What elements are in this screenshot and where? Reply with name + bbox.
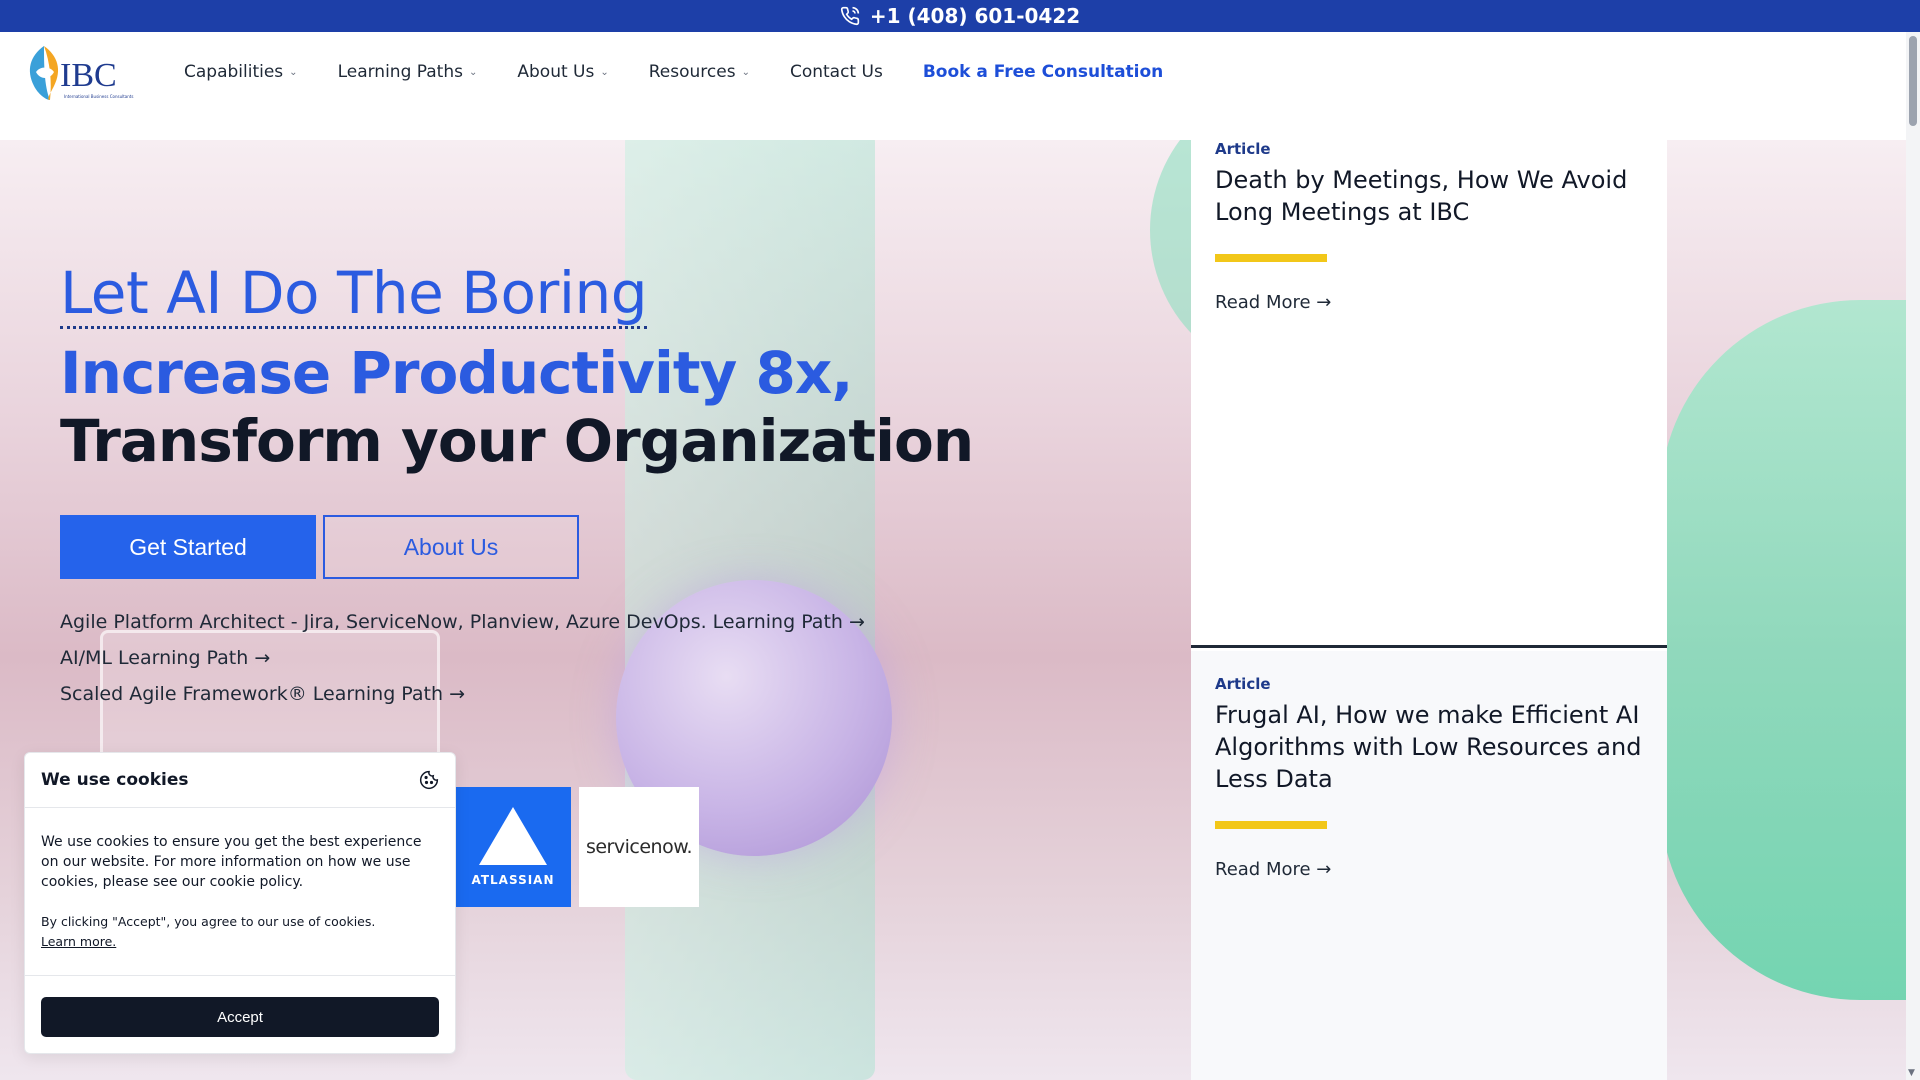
nav-item-contact-us[interactable]: Contact Us: [790, 62, 883, 82]
learning-path-link-aiml[interactable]: AI/ML Learning Path →: [60, 640, 865, 676]
read-more-link[interactable]: Read More →: [1215, 859, 1643, 880]
topbar: +1 (408) 601-0422: [0, 0, 1920, 32]
hero-buttons: Get Started About Us: [60, 515, 579, 579]
nav-item-learning-paths[interactable]: Learning Paths ⌄: [338, 62, 478, 82]
main-nav: IBC International Business Consultants C…: [0, 32, 1906, 140]
book-consultation-link[interactable]: Book a Free Consultation: [923, 62, 1163, 82]
nav-item-label: About Us: [517, 62, 595, 82]
learning-paths-list: Agile Platform Architect - Jira, Service…: [60, 604, 865, 712]
nav-item-about-us[interactable]: About Us ⌄: [517, 62, 608, 82]
ibc-logo[interactable]: IBC International Business Consultants: [24, 42, 150, 104]
logo-subtitle: International Business Consultants: [64, 94, 134, 99]
cookie-consent-text: By clicking "Accept", you agree to our u…: [41, 914, 376, 929]
hero-headline-line2: Transform your Organization: [60, 407, 974, 475]
cookie-dialog-title: We use cookies: [41, 770, 189, 790]
accept-cookies-button[interactable]: Accept: [41, 997, 439, 1037]
scrollbar-thumb[interactable]: [1909, 36, 1917, 126]
read-more-link[interactable]: Read More →: [1215, 292, 1643, 313]
learn-more-link[interactable]: Learn more.: [41, 934, 116, 949]
chevron-down-icon: ⌄: [468, 66, 478, 78]
cookie-text: We use cookies to ensure you get the bes…: [41, 834, 422, 890]
atlassian-logo: ATLASSIAN: [455, 787, 571, 907]
nav-item-label: Learning Paths: [337, 62, 463, 82]
hero-content: Let AI Do The Boring Increase Productivi…: [60, 259, 974, 475]
servicenow-logo: servicenow.: [579, 787, 699, 907]
atlassian-label: ATLASSIAN: [471, 873, 555, 887]
article-tag: Article: [1215, 140, 1271, 158]
svg-text:IBC: IBC: [60, 57, 117, 94]
nav-item-label: Contact Us: [789, 62, 883, 82]
article-accent-bar: [1215, 254, 1327, 262]
get-started-button[interactable]: Get Started: [60, 515, 316, 579]
phone-icon: [840, 6, 859, 26]
article-card: Article Death by Meetings, How We Avoid …: [1191, 140, 1667, 648]
cookie-dialog: We use cookies We use cookies to ensure …: [24, 752, 456, 1054]
nav-item-label: Resources: [648, 62, 736, 82]
learning-path-link-agile[interactable]: Agile Platform Architect - Jira, Service…: [60, 604, 865, 640]
chevron-down-icon: ⌄: [289, 66, 298, 78]
article-card: Article Frugal AI, How we make Efficient…: [1191, 651, 1667, 1080]
learning-path-link-safe[interactable]: Scaled Agile Framework® Learning Path →: [60, 676, 865, 712]
page-scrollbar[interactable]: ▼: [1906, 32, 1920, 1080]
hero-tagline: Let AI Do The Boring: [60, 259, 648, 329]
phone-number[interactable]: +1 (408) 601-0422: [870, 4, 1080, 28]
chevron-down-icon: ⌄: [741, 66, 750, 78]
article-tag: Article: [1215, 675, 1271, 693]
nav-menu: Capabilities ⌄ Learning Paths ⌄ About Us…: [184, 62, 1163, 82]
cookie-icon: [419, 770, 439, 790]
nav-item-capabilities[interactable]: Capabilities ⌄: [184, 62, 298, 82]
nav-item-resources[interactable]: Resources ⌄: [649, 62, 750, 82]
partner-logos: ATLASSIAN servicenow.: [455, 787, 699, 907]
scroll-down-arrow-icon[interactable]: ▼: [1908, 1068, 1915, 1078]
atlassian-icon: [479, 807, 547, 865]
chevron-down-icon: ⌄: [600, 66, 609, 78]
articles-panel: Article Death by Meetings, How We Avoid …: [1191, 140, 1667, 1080]
cookie-dialog-body: We use cookies to ensure you get the bes…: [25, 808, 455, 952]
cookie-dialog-header: We use cookies: [25, 753, 455, 808]
cookie-divider: [25, 975, 455, 976]
nav-item-label: Capabilities: [184, 62, 284, 82]
article-title[interactable]: Death by Meetings, How We Avoid Long Mee…: [1215, 164, 1643, 228]
about-us-button[interactable]: About Us: [323, 515, 579, 579]
decorative-arc: [1660, 300, 1906, 1000]
article-title[interactable]: Frugal AI, How we make Efficient AI Algo…: [1215, 699, 1643, 795]
article-accent-bar: [1215, 821, 1327, 829]
hero-headline-line1: Increase Productivity 8x,: [60, 339, 853, 407]
